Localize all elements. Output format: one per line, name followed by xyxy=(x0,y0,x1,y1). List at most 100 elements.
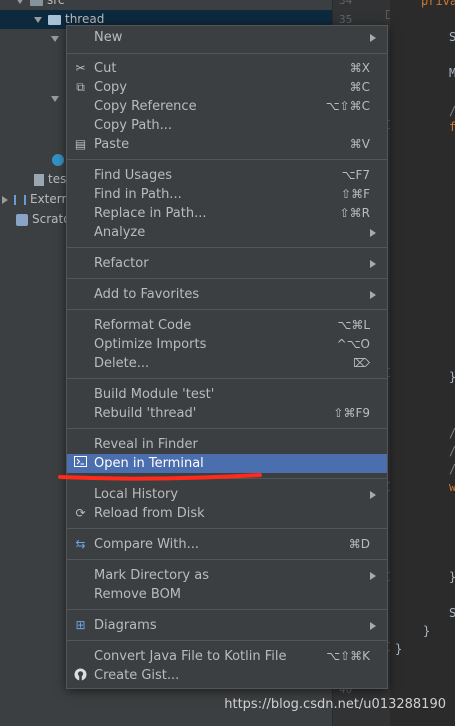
shortcut: ⌘C xyxy=(349,80,370,94)
reload-icon: ⟳ xyxy=(75,506,86,520)
submenu-arrow-icon xyxy=(370,229,376,237)
menu-item-paste[interactable]: ▤ Paste ⌘V xyxy=(67,135,387,154)
tree-item-external-libraries[interactable]: Extern xyxy=(2,190,69,209)
menu-item-label: Diagrams xyxy=(94,618,157,633)
compare-arrows-icon: ⇆ xyxy=(75,537,86,551)
shortcut: ⇧⌘R xyxy=(339,206,370,220)
menu-item-label: Find Usages xyxy=(94,168,173,183)
expand-arrow-icon[interactable] xyxy=(34,16,42,23)
menu-item-label: New xyxy=(94,30,123,45)
tree-item-scratches[interactable]: Scrato xyxy=(16,210,71,229)
shortcut: ^⌥O xyxy=(336,337,370,351)
menu-item-find-usages[interactable]: Find Usages ⌥F7 xyxy=(67,166,387,185)
submenu-arrow-icon xyxy=(370,291,376,299)
menu-item-optimize-imports[interactable]: Optimize Imports ^⌥O xyxy=(67,335,387,354)
menu-item-copy-path[interactable]: Copy Path... xyxy=(67,116,387,135)
menu-separator xyxy=(67,378,387,379)
code-line: } xyxy=(449,370,455,384)
menu-item-copy[interactable]: ⧉ Copy ⌘C xyxy=(67,78,387,97)
menu-item-reformat-code[interactable]: Reformat Code ⌥⌘L xyxy=(67,316,387,335)
menu-item-copy-reference[interactable]: Copy Reference ⌥⇧⌘C xyxy=(67,97,387,116)
menu-item-label: Copy Reference xyxy=(94,99,197,114)
menu-separator xyxy=(67,53,387,54)
code-line: } xyxy=(395,642,403,656)
scissors-icon: ✂ xyxy=(75,61,86,75)
menu-item-compare-with[interactable]: ⇆ Compare With... ⌘D xyxy=(67,535,387,554)
submenu-arrow-icon xyxy=(370,491,376,499)
menu-separator xyxy=(67,559,387,560)
code-line: S xyxy=(449,30,455,44)
menu-item-diagrams[interactable]: ⊞ Diagrams xyxy=(67,616,387,635)
code-line: priva xyxy=(421,0,455,8)
code-editor[interactable]: priva S M / f } / / / w } S } } xyxy=(390,0,455,726)
menu-item-replace-in-path[interactable]: Replace in Path... ⇧⌘R xyxy=(67,204,387,223)
code-line: / xyxy=(449,444,455,458)
menu-item-label: Paste xyxy=(94,137,130,152)
expand-arrow-icon[interactable] xyxy=(2,195,8,204)
tree-item-label: Scrato xyxy=(32,212,71,226)
menu-separator xyxy=(67,428,387,429)
tree-item-child-2[interactable] xyxy=(51,89,65,108)
tree-item-class[interactable] xyxy=(52,150,64,169)
expand-arrow-icon[interactable] xyxy=(51,95,59,102)
shortcut: ⌦ xyxy=(353,356,370,370)
menu-item-create-gist[interactable]: Create Gist... xyxy=(67,666,387,685)
menu-item-convert-java-to-kotlin[interactable]: Convert Java File to Kotlin File ⌥⇧⌘K xyxy=(67,647,387,666)
shortcut: ⇧⌘F xyxy=(341,187,370,201)
menu-item-label: Cut xyxy=(94,61,117,76)
clipboard-icon: ▤ xyxy=(74,137,87,151)
submenu-arrow-icon xyxy=(370,260,376,268)
watermark-text: https://blog.csdn.net/u013288190 xyxy=(224,697,446,712)
code-line: / xyxy=(449,426,455,440)
menu-item-mark-directory-as[interactable]: Mark Directory as xyxy=(67,566,387,585)
menu-item-label: Copy xyxy=(94,80,127,95)
menu-item-local-history[interactable]: Local History xyxy=(67,485,387,504)
menu-item-label: Mark Directory as xyxy=(94,568,209,583)
expand-arrow-icon[interactable] xyxy=(51,35,59,42)
code-line: / xyxy=(449,104,455,118)
menu-item-add-to-favorites[interactable]: Add to Favorites xyxy=(67,285,387,304)
shortcut: ⇧⌘F9 xyxy=(333,406,370,420)
tree-item-label: tes xyxy=(48,172,67,186)
menu-separator xyxy=(67,528,387,529)
shortcut: ⌥⇧⌘K xyxy=(326,649,370,663)
submenu-arrow-icon xyxy=(370,622,376,630)
menu-item-label: Reload from Disk xyxy=(94,506,205,521)
menu-item-analyze[interactable]: Analyze xyxy=(67,223,387,242)
menu-item-build-module[interactable]: Build Module 'test' xyxy=(67,385,387,404)
code-line: f xyxy=(449,120,455,134)
menu-item-rebuild[interactable]: Rebuild 'thread' ⇧⌘F9 xyxy=(67,404,387,423)
menu-item-label: Add to Favorites xyxy=(94,287,200,302)
diagram-icon: ⊞ xyxy=(75,618,86,632)
menu-item-find-in-path[interactable]: Find in Path... ⇧⌘F xyxy=(67,185,387,204)
line-number: 34 xyxy=(339,0,353,7)
menu-item-new[interactable]: New xyxy=(67,28,387,47)
menu-separator xyxy=(67,640,387,641)
tree-item-label: Extern xyxy=(30,192,70,206)
scratches-icon xyxy=(16,213,28,226)
menu-separator xyxy=(67,247,387,248)
menu-item-reveal-in-finder[interactable]: Reveal in Finder xyxy=(67,435,387,454)
code-line: / xyxy=(449,462,455,476)
package-folder-icon xyxy=(48,14,61,25)
submenu-arrow-icon xyxy=(370,572,376,580)
menu-item-label: Refactor xyxy=(94,256,149,271)
menu-item-reload-from-disk[interactable]: ⟳ Reload from Disk xyxy=(67,504,387,523)
expand-arrow-icon[interactable] xyxy=(16,0,24,4)
tree-item-child-1[interactable] xyxy=(51,29,65,48)
menu-item-label: Analyze xyxy=(94,225,146,240)
menu-item-refactor[interactable]: Refactor xyxy=(67,254,387,273)
menu-item-remove-bom[interactable]: Remove BOM xyxy=(67,585,387,604)
code-line: } xyxy=(423,624,431,638)
menu-item-cut[interactable]: ✂ Cut ⌘X xyxy=(67,59,387,78)
tree-item-label: thread xyxy=(65,12,105,26)
menu-separator xyxy=(67,309,387,310)
copy-icon: ⧉ xyxy=(76,80,85,94)
menu-item-label: Replace in Path... xyxy=(94,206,207,221)
shortcut: ⌘V xyxy=(349,137,370,151)
tree-item-test[interactable]: tes xyxy=(34,170,66,189)
tree-item-src[interactable]: src xyxy=(16,0,65,10)
menu-item-delete[interactable]: Delete... ⌦ xyxy=(67,354,387,373)
menu-separator xyxy=(67,278,387,279)
code-line: } xyxy=(449,570,455,584)
